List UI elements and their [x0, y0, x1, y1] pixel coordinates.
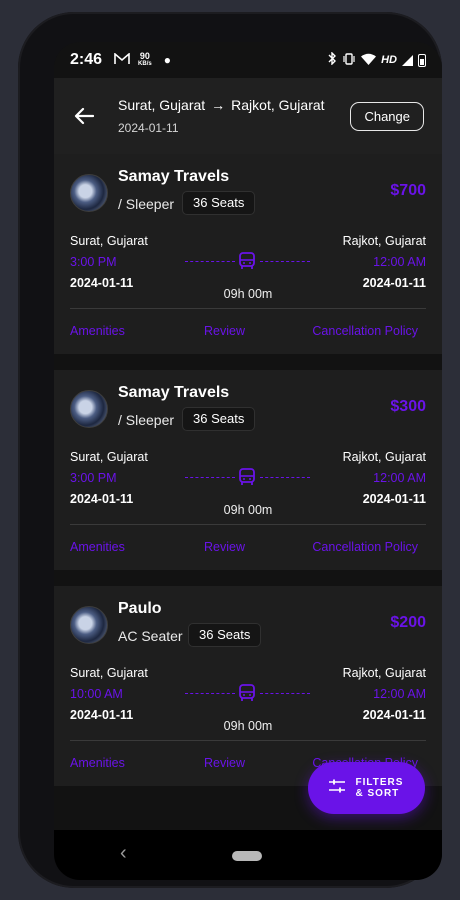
to-city: Rajkot, Gujarat: [342, 450, 426, 464]
vibrate-icon: [342, 52, 356, 68]
from-city: Surat, Gujarat: [70, 450, 148, 464]
arrival-time: 12:00 AM: [373, 471, 426, 485]
bus-icon: [237, 467, 257, 487]
arrival-time: 12:00 AM: [373, 255, 426, 269]
trip-duration: 09h 00m: [223, 719, 273, 733]
battery-icon: [418, 53, 426, 67]
arrival-time: 12:00 AM: [373, 687, 426, 701]
route-dash-right: [260, 693, 310, 694]
route-arrow: →: [211, 97, 226, 113]
bluetooth-icon: [328, 51, 337, 68]
route-to: Rajkot, Gujarat: [231, 97, 325, 113]
phone-frame: 2:46 90 KB/s ● HD Surat, Gujarat → Rajko…: [18, 12, 442, 888]
amenities-link[interactable]: Amenities: [70, 756, 125, 770]
trip-duration: 09h 00m: [223, 287, 273, 301]
route-from: Surat, Gujarat: [118, 97, 206, 113]
filters-sort-button[interactable]: FILTERS & SORT: [308, 762, 425, 814]
to-city: Rajkot, Gujarat: [342, 234, 426, 248]
trip-duration: 09h 00m: [223, 503, 273, 517]
bus-type: AC Seater: [118, 628, 183, 644]
review-link[interactable]: Review: [204, 540, 245, 554]
amenities-link[interactable]: Amenities: [70, 540, 125, 554]
amenities-link[interactable]: Amenities: [70, 324, 125, 338]
cancellation-policy-link[interactable]: Cancellation Policy: [312, 540, 418, 554]
change-button[interactable]: Change: [350, 101, 424, 131]
route-dash-left: [185, 477, 235, 478]
nav-back-icon[interactable]: ‹: [120, 842, 127, 865]
departure-time: 3:00 PM: [70, 255, 117, 269]
to-city: Rajkot, Gujarat: [342, 666, 426, 680]
bus-type: / Sleeper: [118, 196, 175, 212]
review-link[interactable]: Review: [204, 324, 245, 338]
operator-avatar: [70, 390, 108, 428]
divider: [70, 524, 426, 525]
search-header: Surat, Gujarat → Rajkot, Gujarat 2024-01…: [54, 78, 442, 154]
app-screen: 2:46 90 KB/s ● HD Surat, Gujarat → Rajko…: [54, 42, 442, 880]
filter-sliders-icon: [328, 778, 346, 799]
gmail-icon: [114, 51, 130, 68]
divider: [70, 308, 426, 309]
status-time: 2:46: [70, 51, 103, 68]
bus-card[interactable]: Paulo AC Seater 36 Seats $200 Surat, Guj…: [54, 586, 442, 786]
fare-price: $200: [390, 614, 426, 631]
route-dash-left: [185, 261, 235, 262]
back-arrow-icon[interactable]: [72, 104, 96, 128]
wifi-icon: [361, 53, 377, 68]
bus-icon: [237, 683, 257, 703]
operator-avatar: [70, 174, 108, 212]
system-nav-bar: ‹: [54, 830, 442, 880]
fare-price: $300: [390, 398, 426, 415]
fare-price: $700: [390, 182, 426, 199]
seats-badge: 36 Seats: [182, 191, 256, 215]
divider: [70, 740, 426, 741]
status-bar: 2:46 90 KB/s ● HD: [54, 42, 442, 78]
status-icons: HD: [328, 51, 426, 68]
route-cities: Surat, Gujarat → Rajkot, Gujarat: [118, 97, 350, 113]
nav-home-pill[interactable]: [232, 851, 262, 861]
bus-card[interactable]: Samay Travels / Sleeper 36 Seats $700 Su…: [54, 154, 442, 354]
departure-time: 10:00 AM: [70, 687, 123, 701]
operator-name: Samay Travels: [118, 168, 230, 185]
speed-unit: KB/s: [138, 61, 152, 67]
bus-card[interactable]: Samay Travels / Sleeper 36 Seats $300 Su…: [54, 370, 442, 570]
filters-sort-label: FILTERS & SORT: [355, 777, 404, 799]
speed-value: 90: [139, 51, 150, 61]
route-dash-right: [260, 477, 310, 478]
seats-badge: 36 Seats: [182, 407, 256, 431]
operator-avatar: [70, 606, 108, 644]
notification-dot-icon: ●: [163, 53, 171, 67]
from-city: Surat, Gujarat: [70, 666, 148, 680]
route-date: 2024-01-11: [118, 121, 179, 135]
network-speed: 90 KB/s: [138, 52, 152, 68]
operator-name: Paulo: [118, 600, 162, 617]
bus-type: / Sleeper: [118, 412, 175, 428]
route-summary: Surat, Gujarat → Rajkot, Gujarat 2024-01…: [118, 97, 350, 135]
network-type: HD: [381, 54, 397, 66]
operator-name: Samay Travels: [118, 384, 230, 401]
signal-icon: [402, 54, 413, 66]
route-dash-right: [260, 261, 310, 262]
route-dash-left: [185, 693, 235, 694]
seats-badge: 36 Seats: [188, 623, 262, 647]
from-city: Surat, Gujarat: [70, 234, 148, 248]
cancellation-policy-link[interactable]: Cancellation Policy: [312, 324, 418, 338]
bus-icon: [237, 251, 257, 271]
review-link[interactable]: Review: [204, 756, 245, 770]
bus-list: Samay Travels / Sleeper 36 Seats $700 Su…: [54, 154, 442, 830]
departure-time: 3:00 PM: [70, 471, 117, 485]
